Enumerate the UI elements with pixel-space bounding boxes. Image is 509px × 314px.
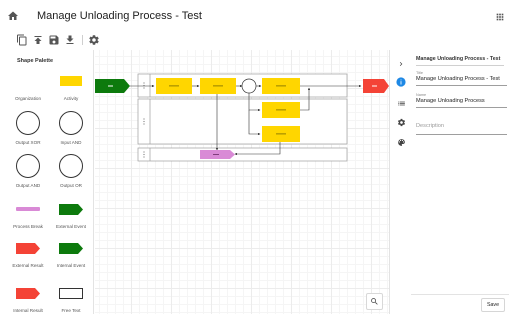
name-field-value[interactable]: Manage Unloading Process [416,98,485,104]
list-icon [397,101,405,105]
palette-item-label: Output AND [15,183,41,188]
palette-item-output-or[interactable]: Output OR [49,154,93,192]
palette-title: Shape Palette [17,58,54,64]
swimlane-2[interactable] [137,98,348,145]
connector-circle-shape [16,111,40,135]
external-event-shape [59,204,83,215]
palette-item-label: Internal Event [56,263,86,268]
process-diagram [95,73,389,162]
process-break-shape [16,207,40,211]
palette-item-output-xor[interactable]: Output XOR [6,111,50,149]
palette-item-organization[interactable]: Organization [6,74,50,104]
activity-node[interactable] [200,78,236,94]
activity-node[interactable] [262,126,300,142]
palette-item-label: Process Break [13,224,43,229]
description-placeholder: Description [416,123,444,129]
settings-icon[interactable] [88,34,100,46]
title-field-label: Title [416,71,424,75]
palette-icon [397,138,405,146]
toolbar-divider [82,35,83,45]
panel-title: Manage Unloading Process - Test [416,56,501,62]
zoom-button[interactable] [366,293,383,310]
panel-divider [416,65,504,66]
palette-item-label: Output OR [60,183,82,188]
properties-panel: Manage Unloading Process - Test Title Ma… [411,50,509,314]
chevron-right-icon [399,62,403,66]
side-rail [389,50,411,314]
collapse-panel-button[interactable] [395,58,407,70]
palette-item-label: Output XOR [15,140,41,145]
palette-item-label: Activity [63,96,79,101]
internal-result-shape [16,288,40,299]
palette-item-input-and[interactable]: Input AND [49,111,93,149]
shape-palette: Shape Palette Organization Activity Outp… [0,50,94,314]
title-field-value[interactable]: Manage Unloading Process - Test [416,76,500,82]
app-window: Manage Unloading Process - Test Shape Pa… [0,0,509,314]
diagram-canvas[interactable] [95,50,389,314]
drag-handle-icon[interactable] [143,82,145,89]
palette-item-label: Free Text [61,308,81,313]
process-break-node[interactable] [200,150,235,159]
drag-handle-icon[interactable] [143,118,145,125]
connector-circle-node[interactable] [241,78,257,94]
save-icon[interactable] [48,34,60,46]
app-header: Manage Unloading Process - Test [0,0,509,32]
field-underline [416,107,507,108]
info-tab-button[interactable] [395,76,407,88]
palette-item-external-event[interactable]: External Event [49,204,93,232]
palette-item-output-and[interactable]: Output AND [6,154,50,192]
field-underline [416,85,507,86]
palette-item-label: Input AND [60,140,82,145]
palette-item-process-break[interactable]: Process Break [6,204,50,232]
swimlane-3[interactable] [137,147,348,162]
settings-icon [397,118,405,126]
palette-item-label: External Event [56,224,86,229]
palette-item-label: Organization [14,96,42,101]
home-icon[interactable] [7,10,19,22]
upload-icon[interactable] [32,34,44,46]
palette-item-internal-event[interactable]: Internal Event [49,243,93,271]
palette-item-label: Internal Result [13,308,43,313]
external-result-node[interactable] [363,79,389,93]
free-text-shape [59,288,83,299]
list-tab-button[interactable] [395,97,407,109]
activity-node[interactable] [156,78,192,94]
connector-circle-shape [59,154,83,178]
activity-node[interactable] [262,102,300,118]
field-underline [416,134,507,135]
activity-node[interactable] [262,78,300,94]
palette-tab-button[interactable] [395,136,407,148]
panel-footer-divider [411,294,509,295]
page-title: Manage Unloading Process - Test [37,10,202,22]
toolbar [0,32,509,50]
connector-circle-shape [16,154,40,178]
info-icon [396,77,406,87]
external-event-node[interactable] [95,79,130,93]
title-field[interactable]: Title Manage Unloading Process - Test [416,71,507,87]
palette-item-internal-result[interactable]: Internal Result [6,288,50,314]
settings-tab-button[interactable] [395,116,407,128]
palette-item-label: External Result [12,263,44,268]
search-icon [371,298,378,305]
connector-circle-shape [59,111,83,135]
drag-handle-icon[interactable] [143,151,145,158]
save-button[interactable]: Save [481,298,505,312]
description-field[interactable]: Description [416,123,507,139]
activity-shape [60,76,82,86]
download-icon[interactable] [64,34,76,46]
internal-event-shape [59,243,83,254]
name-field[interactable]: Name Manage Unloading Process [416,93,507,109]
external-result-shape [16,243,40,254]
name-field-label: Name [416,93,427,97]
apps-grid-icon[interactable] [496,13,504,21]
palette-item-external-result[interactable]: External Result [6,243,50,271]
copy-icon[interactable] [16,34,28,46]
palette-item-activity[interactable]: Activity [49,74,93,104]
palette-item-free-text[interactable]: Free Text [49,288,93,314]
